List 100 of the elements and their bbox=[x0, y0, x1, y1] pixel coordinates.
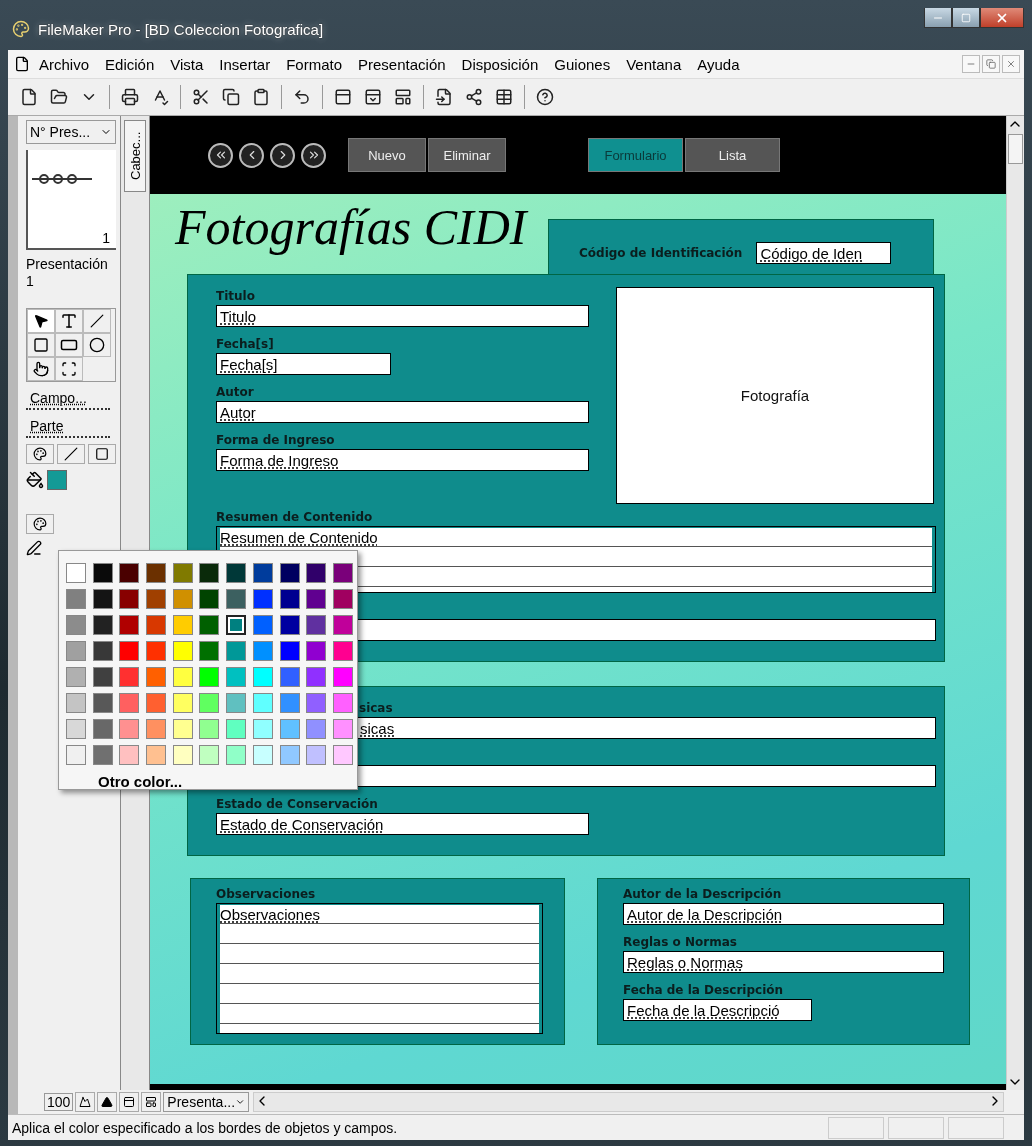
color-swatch[interactable] bbox=[66, 667, 86, 687]
menu-item[interactable]: Ventana bbox=[619, 52, 689, 76]
color-swatch[interactable] bbox=[92, 615, 113, 635]
menu-item[interactable]: Vista bbox=[163, 52, 211, 76]
color-swatch[interactable] bbox=[252, 589, 273, 609]
input-field[interactable]: Fecha de la Descripció bbox=[623, 999, 812, 1021]
color-swatch[interactable] bbox=[332, 641, 353, 661]
color-swatch[interactable] bbox=[252, 615, 273, 635]
color-swatch[interactable] bbox=[226, 693, 247, 713]
color-swatch[interactable] bbox=[332, 719, 353, 739]
color-swatch[interactable] bbox=[172, 667, 193, 687]
color-swatch[interactable] bbox=[279, 641, 300, 661]
header-button[interactable]: Eliminar bbox=[428, 138, 506, 172]
input-field[interactable]: Estado de Conservación bbox=[216, 813, 589, 835]
input-field[interactable]: Fecha[s] bbox=[216, 353, 391, 375]
zoom-in-button[interactable] bbox=[97, 1092, 118, 1112]
input-field[interactable]: Reglas o Normas bbox=[623, 951, 944, 973]
color-swatch[interactable] bbox=[66, 641, 86, 661]
color-swatch[interactable] bbox=[119, 615, 140, 635]
header-button[interactable]: Nuevo bbox=[348, 138, 426, 172]
color-swatch[interactable] bbox=[306, 693, 327, 713]
color-swatch[interactable] bbox=[66, 745, 86, 765]
status-area-button[interactable] bbox=[119, 1092, 140, 1112]
color-swatch[interactable] bbox=[332, 589, 353, 609]
color-swatch[interactable] bbox=[92, 693, 113, 713]
color-swatch[interactable] bbox=[199, 719, 220, 739]
color-swatch[interactable] bbox=[252, 745, 273, 765]
color-swatch[interactable] bbox=[306, 667, 327, 687]
layout-dropdown[interactable]: N° Pres... bbox=[26, 120, 116, 144]
layout-dropdown[interactable]: Presenta... bbox=[163, 1092, 250, 1112]
color-swatch[interactable] bbox=[146, 667, 167, 687]
color-swatch[interactable] bbox=[199, 563, 220, 583]
color-swatch[interactable] bbox=[66, 719, 86, 739]
color-swatch[interactable] bbox=[146, 615, 167, 635]
maximize-button[interactable] bbox=[952, 8, 980, 28]
color-swatch[interactable] bbox=[146, 719, 167, 739]
fill-color-swatch[interactable] bbox=[47, 470, 67, 490]
menu-item[interactable]: Disposición bbox=[454, 52, 546, 76]
color-swatch[interactable] bbox=[279, 693, 300, 713]
color-swatch[interactable] bbox=[279, 589, 300, 609]
color-swatch[interactable] bbox=[226, 667, 247, 687]
previous-record-button[interactable] bbox=[239, 142, 264, 168]
more-colors-item[interactable]: Otro color... bbox=[98, 773, 357, 790]
button-tool[interactable] bbox=[27, 357, 55, 381]
color-swatch[interactable] bbox=[172, 693, 193, 713]
menu-item[interactable]: Edición bbox=[98, 52, 162, 76]
color-swatch[interactable] bbox=[92, 641, 113, 661]
color-swatch[interactable] bbox=[332, 693, 353, 713]
menu-item[interactable]: Presentación bbox=[351, 52, 453, 76]
pointer-tool[interactable] bbox=[27, 309, 55, 333]
color-swatch[interactable] bbox=[146, 563, 167, 583]
scrollbar-thumb[interactable] bbox=[1008, 134, 1023, 164]
menu-item[interactable]: Insertar bbox=[212, 52, 278, 76]
text-tool[interactable] bbox=[55, 309, 83, 333]
first-record-button[interactable] bbox=[208, 142, 233, 168]
color-swatch[interactable] bbox=[332, 563, 353, 583]
color-swatch[interactable] bbox=[306, 641, 327, 661]
color-swatch[interactable] bbox=[306, 719, 327, 739]
color-swatch[interactable] bbox=[119, 589, 140, 609]
color-swatch[interactable] bbox=[199, 667, 220, 687]
color-swatch[interactable] bbox=[226, 719, 247, 739]
oval-tool[interactable] bbox=[83, 333, 111, 357]
color-swatch[interactable] bbox=[146, 589, 167, 609]
color-swatch[interactable] bbox=[252, 719, 273, 739]
color-swatch[interactable] bbox=[172, 615, 193, 635]
color-swatch[interactable] bbox=[92, 563, 113, 583]
color-swatch[interactable] bbox=[119, 745, 140, 765]
color-swatch[interactable] bbox=[252, 563, 273, 583]
close-button[interactable] bbox=[1002, 55, 1020, 73]
rectangle-tool[interactable] bbox=[27, 333, 55, 357]
color-swatch[interactable] bbox=[66, 563, 86, 583]
color-swatch[interactable] bbox=[306, 563, 327, 583]
color-swatch[interactable] bbox=[226, 589, 247, 609]
color-swatch[interactable] bbox=[172, 589, 193, 609]
color-swatch[interactable] bbox=[146, 693, 167, 713]
color-swatch[interactable] bbox=[199, 615, 220, 635]
menu-item[interactable]: Ayuda bbox=[690, 52, 747, 76]
color-swatch[interactable] bbox=[119, 563, 140, 583]
zoom-out-button[interactable] bbox=[75, 1092, 96, 1112]
color-tool[interactable] bbox=[26, 514, 54, 534]
next-record-button[interactable] bbox=[270, 142, 295, 168]
color-swatch[interactable] bbox=[172, 563, 193, 583]
color-swatch[interactable] bbox=[92, 589, 113, 609]
color-swatch[interactable] bbox=[226, 563, 247, 583]
color-tool[interactable] bbox=[26, 444, 54, 464]
color-swatch[interactable] bbox=[172, 745, 193, 765]
color-swatch[interactable] bbox=[146, 745, 167, 765]
color-swatch[interactable] bbox=[92, 745, 113, 765]
color-swatch[interactable] bbox=[279, 719, 300, 739]
view-tab[interactable]: Lista bbox=[685, 138, 780, 172]
color-swatch[interactable] bbox=[279, 615, 300, 635]
input-field[interactable]: Autor bbox=[216, 401, 589, 423]
color-swatch[interactable] bbox=[119, 693, 140, 713]
color-swatch[interactable] bbox=[172, 641, 193, 661]
color-swatch[interactable] bbox=[119, 641, 140, 661]
color-swatch[interactable] bbox=[279, 745, 300, 765]
color-swatch[interactable] bbox=[199, 589, 220, 609]
minimize-button[interactable] bbox=[924, 8, 952, 28]
portal-tool[interactable] bbox=[55, 357, 83, 381]
input-field[interactable]: Titulo bbox=[216, 305, 589, 327]
